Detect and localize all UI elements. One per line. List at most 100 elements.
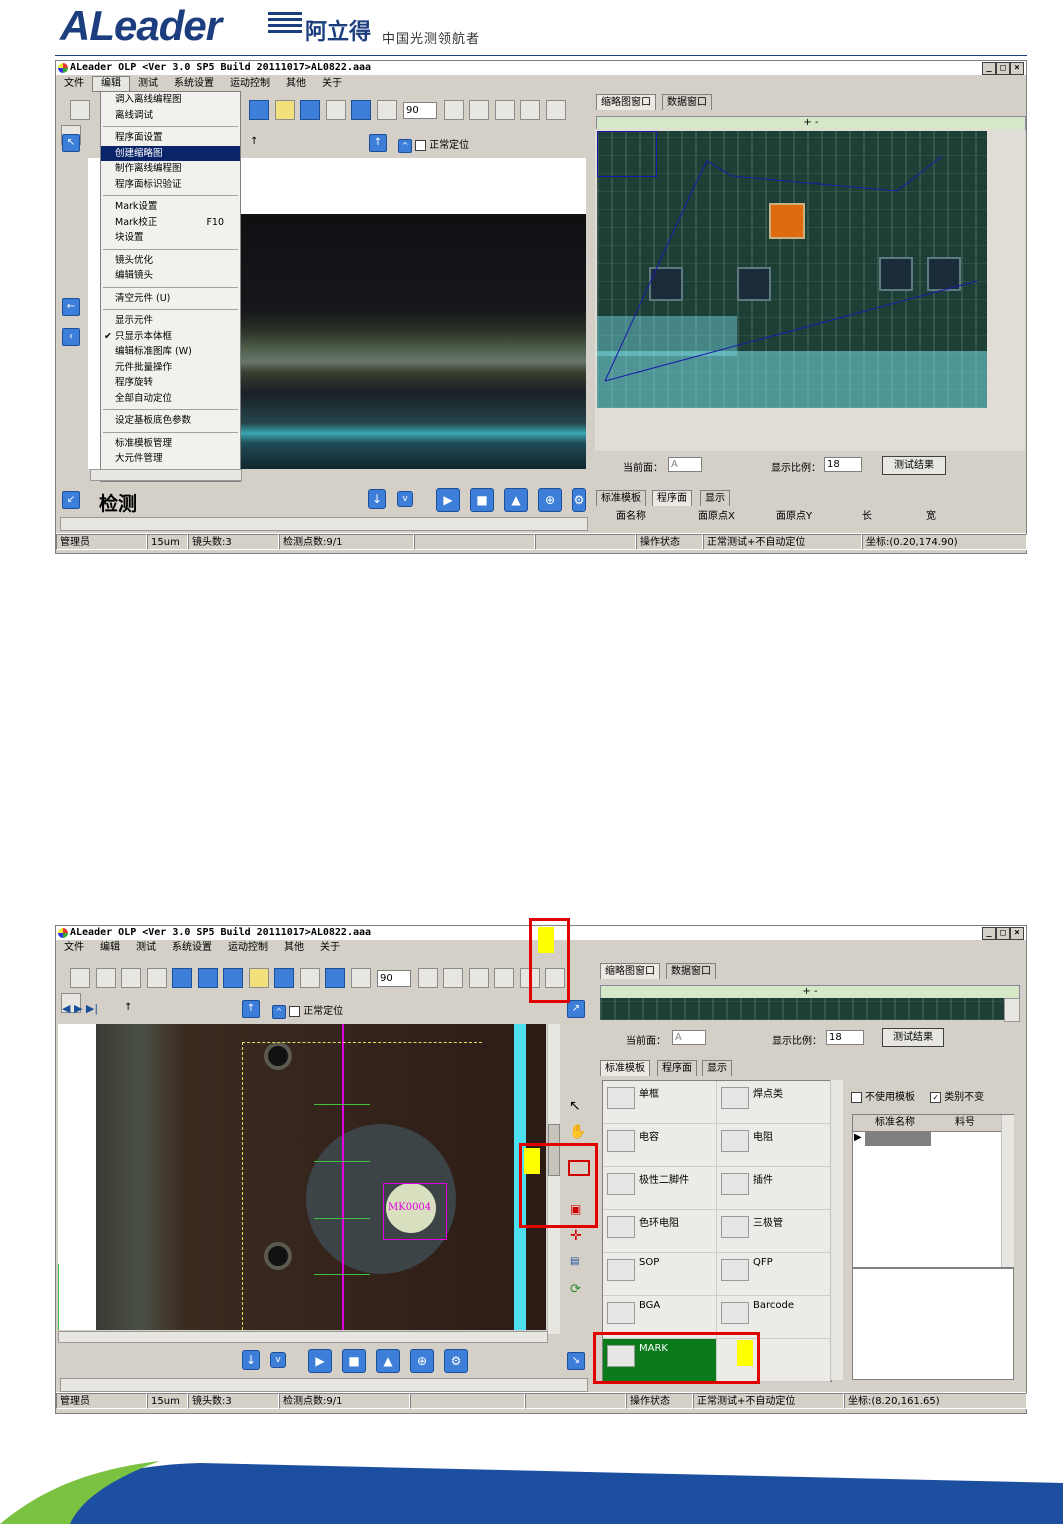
tool-icon[interactable]: ⚙	[572, 488, 586, 512]
template-scrollbar[interactable]	[830, 1080, 843, 1380]
display-ratio-spinbox[interactable]: 18	[824, 457, 862, 472]
nav-top-left-icon[interactable]: ↖	[62, 134, 80, 152]
bottom-scrollbar[interactable]	[60, 1378, 588, 1392]
menu-other[interactable]: 其他	[278, 77, 314, 91]
tab-program-side[interactable]: 程序面	[657, 1060, 697, 1076]
no-template-box[interactable]	[851, 1091, 862, 1103]
nav-left-icon[interactable]: ←	[62, 298, 80, 316]
current-side-select[interactable]: A	[672, 1030, 706, 1045]
crosshair-icon[interactable]: ✛	[570, 1228, 582, 1244]
template-item[interactable]: 插件	[717, 1167, 830, 1210]
menu-edit[interactable]: 编辑	[92, 76, 130, 92]
menu-item[interactable]: 程序旋转	[101, 375, 240, 391]
camera-icon[interactable]	[274, 968, 294, 988]
menu-other[interactable]: 其他	[276, 941, 312, 955]
menu-item[interactable]: 块设置	[101, 230, 240, 246]
play-icon[interactable]: ▶	[436, 488, 460, 512]
template-item[interactable]: 色环电阻	[603, 1210, 717, 1253]
rotate-cw-icon[interactable]	[469, 100, 489, 120]
tab-thumbnail-window[interactable]: 缩略图窗口	[596, 94, 656, 110]
close-icon[interactable]: ×	[1010, 62, 1024, 75]
menu-item[interactable]: 制作离线编程图	[101, 161, 240, 177]
menu-item[interactable]: 调入离线编程图	[101, 92, 240, 108]
info-icon[interactable]	[325, 968, 345, 988]
minimize-icon[interactable]: _	[982, 62, 996, 75]
keep-category-box[interactable]: ✓	[930, 1091, 942, 1103]
tool-icon[interactable]: ⚙	[444, 1349, 468, 1373]
zoom-icon[interactable]	[223, 968, 243, 988]
menu-test[interactable]: 测试	[130, 77, 166, 91]
menu-item[interactable]: 大元件管理	[101, 451, 240, 467]
menu-motion-control[interactable]: 运动控制	[220, 941, 276, 955]
tab-standard-template[interactable]: 标准模板	[600, 1060, 650, 1076]
nav-up-icon[interactable]: ↑	[369, 134, 387, 152]
template-item[interactable]: 焊点类	[717, 1081, 830, 1124]
mirror-v-icon[interactable]	[520, 100, 540, 120]
checker-icon[interactable]	[376, 100, 397, 120]
rotate-cw-icon[interactable]	[443, 968, 463, 988]
eject-icon[interactable]: ▲	[504, 488, 528, 512]
test-result-button[interactable]: 测试结果	[882, 456, 946, 475]
mirror-h-icon[interactable]	[468, 968, 489, 988]
open-file-icon[interactable]	[70, 100, 90, 120]
normal-locate-checkbox[interactable]: ^ 正常定位	[272, 1002, 343, 1019]
menu-item[interactable]: 编辑标准图库 (W)	[101, 344, 240, 360]
display-ratio-spinbox[interactable]: 18	[826, 1030, 864, 1045]
hand-icon[interactable]: ✋	[569, 1124, 586, 1140]
minimize-icon[interactable]: _	[982, 927, 996, 940]
pointer-icon[interactable]: ↖	[569, 1098, 581, 1114]
tab-standard-template[interactable]: 标准模板	[596, 490, 646, 506]
menu-edit[interactable]: 编辑	[92, 941, 128, 955]
menu-file[interactable]: 文件	[56, 77, 92, 91]
print-icon[interactable]	[146, 968, 167, 988]
menu-item[interactable]: 显示元件	[101, 313, 240, 329]
nav-bottom-left-icon[interactable]: ↙	[62, 491, 80, 509]
table-scrollbar[interactable]	[1001, 1115, 1014, 1267]
down-small-icon[interactable]: v	[397, 491, 413, 507]
target-icon[interactable]: ⊕	[410, 1349, 434, 1373]
menu-item[interactable]: 全部自动定位	[101, 391, 240, 407]
camera-icon[interactable]	[300, 100, 320, 120]
test-result-button[interactable]: 测试结果	[882, 1028, 944, 1047]
template-item[interactable]: 电阻	[717, 1124, 830, 1167]
normal-locate-box[interactable]	[415, 139, 427, 151]
maximize-icon[interactable]: □	[996, 62, 1010, 75]
rectangle-icon[interactable]	[545, 100, 566, 120]
tab-display[interactable]: 显示	[702, 1060, 732, 1076]
menu-item[interactable]: 清空元件 (U)	[101, 291, 240, 307]
normal-locate-checkbox[interactable]: ^ 正常定位	[398, 136, 469, 153]
edit-image-icon[interactable]	[248, 968, 269, 988]
template-item[interactable]: QFP	[717, 1253, 830, 1296]
angle-spinbox[interactable]: 90	[377, 970, 411, 987]
menu-item[interactable]: Mark校正 F10	[101, 215, 240, 231]
current-side-select[interactable]: A	[668, 457, 702, 472]
menu-motion-control[interactable]: 运动控制	[222, 77, 278, 91]
rotate-ccw-icon[interactable]	[417, 968, 438, 988]
tab-thumbnail-window[interactable]: 缩略图窗口	[600, 963, 660, 979]
down-small-icon[interactable]: v	[270, 1352, 286, 1368]
window-icon[interactable]	[197, 968, 218, 988]
horizontal-scrollbar[interactable]	[90, 469, 242, 481]
checker-icon[interactable]	[350, 968, 371, 988]
info-icon[interactable]	[351, 100, 371, 120]
nav-arrows[interactable]: ◀ ▶ ▶|	[62, 1002, 98, 1015]
edit-image-icon[interactable]	[274, 100, 295, 120]
menu-item[interactable]: 元件批量操作	[101, 360, 240, 376]
down-icon[interactable]: ↓	[368, 489, 386, 509]
menu-item[interactable]: 编辑镜头	[101, 268, 240, 284]
menu-system-settings[interactable]: 系统设置	[164, 941, 220, 955]
refresh-icon[interactable]: ⟳	[570, 1282, 581, 1297]
template-item[interactable]: 电容	[603, 1124, 717, 1167]
small-up-icon[interactable]: ^	[272, 1005, 286, 1019]
template-item[interactable]: SOP	[603, 1253, 717, 1296]
tab-program-side[interactable]: 程序面	[652, 490, 692, 506]
open-file-icon[interactable]	[70, 968, 90, 988]
zoom-icon[interactable]	[249, 100, 269, 120]
nav-bottom-right-icon[interactable]: ↘	[567, 1352, 585, 1370]
close-icon[interactable]: ×	[1010, 927, 1024, 940]
notepad-icon[interactable]	[325, 100, 346, 120]
tab-display[interactable]: 显示	[700, 490, 730, 506]
tab-data-window[interactable]: 数据窗口	[666, 963, 716, 979]
angle-spinbox[interactable]: 90	[403, 102, 437, 119]
menu-about[interactable]: 关于	[314, 77, 350, 91]
